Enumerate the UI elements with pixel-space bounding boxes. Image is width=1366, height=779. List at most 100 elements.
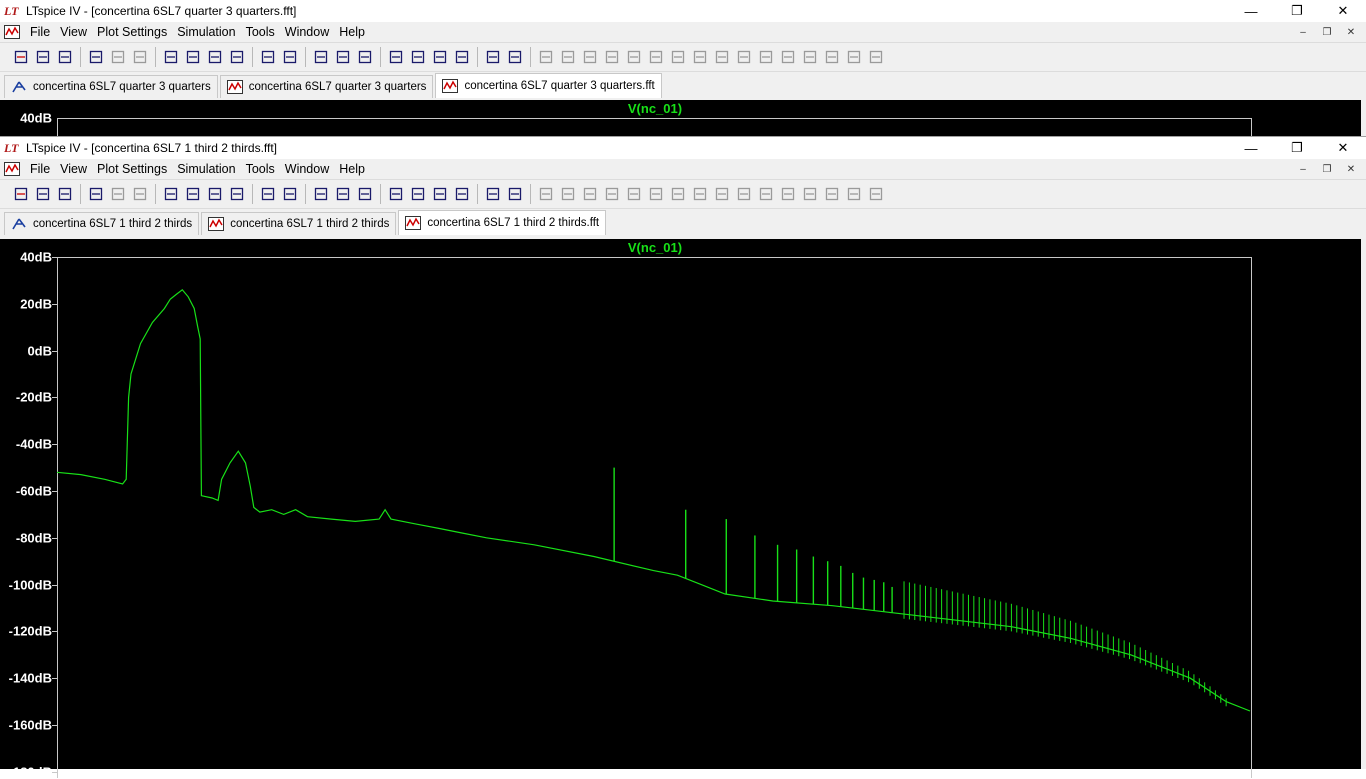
save-icon[interactable] [54,46,76,68]
drag-icon[interactable] [733,46,755,68]
minimize-button[interactable]: — [1228,137,1274,159]
halt-icon[interactable] [129,183,151,205]
cascade-icon[interactable] [332,183,354,205]
menu-tools[interactable]: Tools [242,162,281,176]
open-icon[interactable] [32,183,54,205]
cut-icon[interactable] [385,183,407,205]
cut-icon[interactable] [385,46,407,68]
run-icon[interactable] [107,183,129,205]
tab-schematic[interactable]: concertina 6SL7 quarter 3 quarters [4,75,218,98]
menu-file[interactable]: File [26,162,56,176]
control-panel-icon[interactable] [85,46,107,68]
text-icon[interactable] [843,46,865,68]
paste-icon[interactable] [429,183,451,205]
zoom-area-icon[interactable] [182,183,204,205]
inductor-icon[interactable] [645,183,667,205]
menu-plot-settings[interactable]: Plot Settings [93,162,173,176]
menu-file[interactable]: File [26,25,56,39]
undo-icon[interactable] [755,46,777,68]
drag-icon[interactable] [733,183,755,205]
control-panel-icon[interactable] [85,183,107,205]
zoom-area-icon[interactable] [182,46,204,68]
find-icon[interactable] [451,183,473,205]
trace-label[interactable]: V(nc_01) [0,101,1310,116]
maximize-button[interactable]: ❐ [1274,0,1320,22]
tab-fft[interactable]: concertina 6SL7 1 third 2 thirds.fft [398,210,607,235]
menu-help[interactable]: Help [335,162,371,176]
component-icon[interactable] [689,183,711,205]
redo-icon[interactable] [777,46,799,68]
zoom-cancel-icon[interactable] [226,183,248,205]
mdi-minimize-button[interactable]: – [1292,22,1314,42]
mdi-restore-button[interactable]: ❐ [1316,22,1338,42]
menu-simulation[interactable]: Simulation [173,162,241,176]
waveform-menu-icon[interactable] [4,25,20,39]
print-setup-icon[interactable] [482,46,504,68]
print-setup-icon[interactable] [482,183,504,205]
menu-plot-settings[interactable]: Plot Settings [93,25,173,39]
redo-icon[interactable] [777,183,799,205]
scrollbar[interactable] [1361,100,1366,136]
print-icon[interactable] [504,46,526,68]
zoom-in-icon[interactable] [160,46,182,68]
run-icon[interactable] [107,46,129,68]
fit-icon[interactable] [279,46,301,68]
save-icon[interactable] [54,183,76,205]
ground-icon[interactable] [557,183,579,205]
cascade-icon[interactable] [332,46,354,68]
zoom-out-icon[interactable] [204,183,226,205]
inductor-icon[interactable] [645,46,667,68]
plot-pane[interactable]: V(nc_01) 40dB 20dB 0dB -20dB -40dB -60dB -80dB… [0,239,1361,779]
menu-tools[interactable]: Tools [242,25,281,39]
label-icon[interactable] [579,183,601,205]
scrollbar[interactable] [1361,239,1366,769]
wire-icon[interactable] [535,183,557,205]
halt-icon[interactable] [129,46,151,68]
zoom-cancel-icon[interactable] [226,46,248,68]
zoom-out-icon[interactable] [204,46,226,68]
spice-directive-icon[interactable] [865,46,887,68]
menu-view[interactable]: View [56,162,93,176]
find-icon[interactable] [451,46,473,68]
tile-horizontal-icon[interactable] [310,183,332,205]
mdi-close-button[interactable]: ✕ [1340,159,1362,179]
mdi-restore-button[interactable]: ❐ [1316,159,1338,179]
plot-pane[interactable]: V(nc_01) 40dB [0,100,1361,149]
print-icon[interactable] [504,183,526,205]
close-button[interactable]: ✕ [1320,137,1366,159]
schematic-new-icon[interactable] [10,46,32,68]
rotate-icon[interactable] [799,183,821,205]
schematic-new-icon[interactable] [10,183,32,205]
waveform-menu-icon[interactable] [4,162,20,176]
spice-directive-icon[interactable] [865,183,887,205]
resistor-icon[interactable] [601,46,623,68]
mirror-icon[interactable] [821,183,843,205]
resistor-icon[interactable] [601,183,623,205]
tile-vertical-icon[interactable] [354,46,376,68]
tab-waveform[interactable]: concertina 6SL7 1 third 2 thirds [201,212,397,235]
minimize-button[interactable]: — [1228,0,1274,22]
capacitor-icon[interactable] [623,183,645,205]
mdi-close-button[interactable]: ✕ [1340,22,1362,42]
tab-fft[interactable]: concertina 6SL7 quarter 3 quarters.fft [435,73,662,98]
tile-horizontal-icon[interactable] [310,46,332,68]
tile-vertical-icon[interactable] [354,183,376,205]
wire-icon[interactable] [535,46,557,68]
menu-simulation[interactable]: Simulation [173,25,241,39]
menu-window[interactable]: Window [281,162,335,176]
copy-icon[interactable] [407,46,429,68]
maximize-button[interactable]: ❐ [1274,137,1320,159]
copy-icon[interactable] [407,183,429,205]
label-icon[interactable] [579,46,601,68]
mirror-icon[interactable] [821,46,843,68]
autorange-icon[interactable] [257,46,279,68]
zoom-in-icon[interactable] [160,183,182,205]
paste-icon[interactable] [429,46,451,68]
autorange-icon[interactable] [257,183,279,205]
diode-icon[interactable] [667,46,689,68]
diode-icon[interactable] [667,183,689,205]
component-icon[interactable] [689,46,711,68]
fit-icon[interactable] [279,183,301,205]
close-button[interactable]: ✕ [1320,0,1366,22]
capacitor-icon[interactable] [623,46,645,68]
